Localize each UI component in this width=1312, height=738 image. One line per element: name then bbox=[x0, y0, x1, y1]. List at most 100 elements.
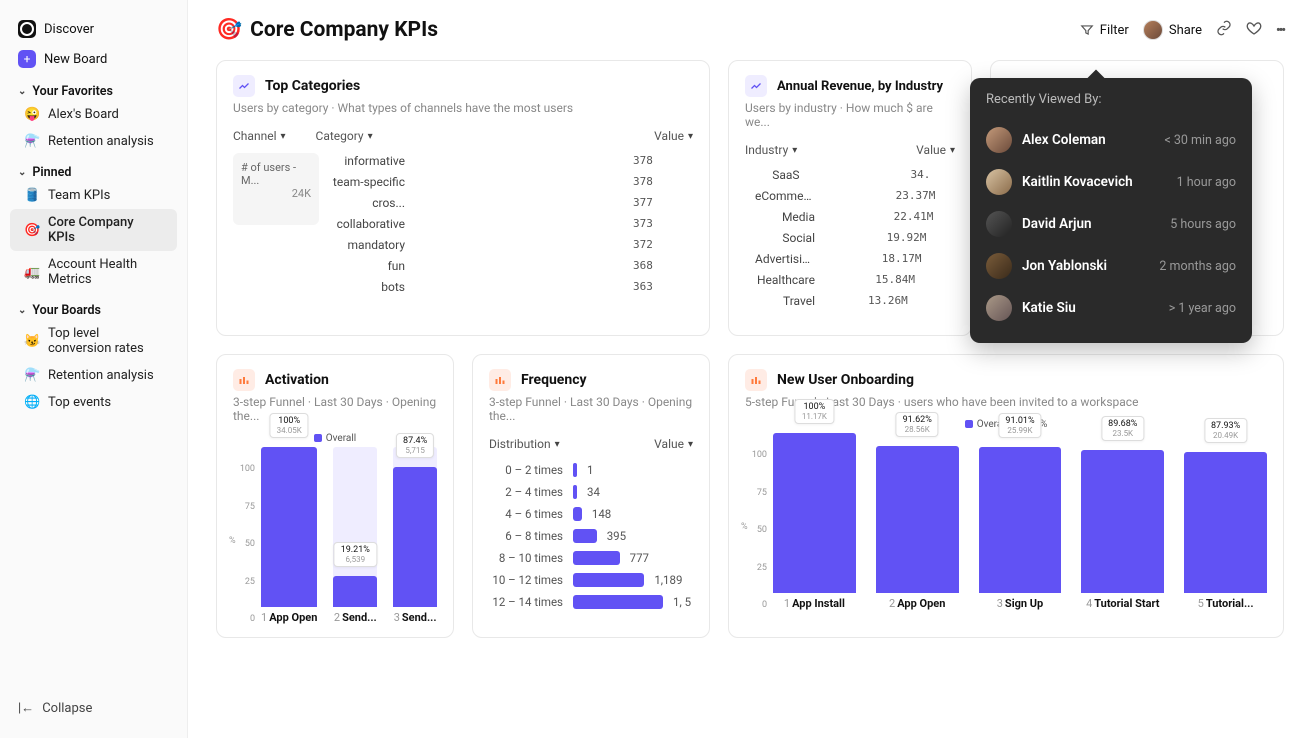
avatar-icon bbox=[986, 169, 1012, 195]
avatar-icon bbox=[1143, 20, 1163, 40]
funnel-bar: 100%34.05K1 App Open bbox=[261, 447, 317, 624]
sidebar-item[interactable]: 🌐Top events bbox=[10, 389, 177, 416]
pinned-header[interactable]: ⌄ Pinned bbox=[10, 155, 177, 182]
value-filter[interactable]: Value▾ bbox=[654, 437, 693, 451]
more-icon[interactable]: ••• bbox=[1276, 23, 1284, 38]
sidebar-item[interactable]: 😜 Alex's Board bbox=[10, 101, 177, 128]
avatar-icon bbox=[986, 211, 1012, 237]
heart-icon[interactable] bbox=[1246, 20, 1262, 40]
industry-filter[interactable]: Industry▾ bbox=[745, 143, 797, 157]
funnel-icon bbox=[489, 369, 511, 391]
new-board-button[interactable]: + New Board bbox=[10, 44, 177, 74]
emoji-icon: 😼 bbox=[24, 334, 40, 349]
chevron-down-icon: ⌄ bbox=[18, 167, 26, 178]
main-content: 🎯 Core Company KPIs Filter Share bbox=[188, 0, 1312, 738]
filter-icon bbox=[1080, 23, 1094, 37]
summary-chip[interactable]: # of users - M... 24K bbox=[233, 153, 319, 225]
nav-discover-label: Discover bbox=[44, 22, 94, 37]
favorites-header[interactable]: ⌄ Your Favorites bbox=[10, 74, 177, 101]
value-filter[interactable]: Value▾ bbox=[654, 129, 693, 143]
chart-bar-row: Media22.41M bbox=[755, 209, 955, 224]
annual-revenue-card: Annual Revenue, by Industry Users by ind… bbox=[728, 60, 972, 336]
avatar-icon bbox=[986, 295, 1012, 321]
chart-icon bbox=[233, 75, 255, 97]
popover-header: Recently Viewed By: bbox=[986, 92, 1236, 107]
emoji-icon: 😜 bbox=[24, 107, 40, 122]
chart-bar-row: bots363 bbox=[329, 279, 693, 294]
chart-bar-row: Travel13.26M bbox=[755, 293, 955, 308]
funnel-bar: 87.4%5,7153 Send... bbox=[393, 447, 437, 624]
filter-button[interactable]: Filter bbox=[1080, 23, 1129, 38]
chart-bar-row: collaborative373 bbox=[329, 216, 693, 231]
chart-bar-row: informative378 bbox=[329, 153, 693, 168]
chart-bar-row: SaaS34. bbox=[755, 167, 955, 182]
chart-bar-row: 6 – 8 times395 bbox=[489, 529, 693, 543]
recently-viewed-popover: Recently Viewed By: Alex Coleman< 30 min… bbox=[970, 78, 1252, 343]
funnel-bar: 89.68%23.5K4 Tutorial Start bbox=[1081, 450, 1164, 610]
sidebar-item[interactable]: 🎯 Core Company KPIs bbox=[10, 209, 177, 251]
chart-bar-row: 2 – 4 times34 bbox=[489, 485, 693, 499]
category-filter[interactable]: Category▾ bbox=[316, 129, 373, 143]
chart-bar-row: 8 – 10 times777 bbox=[489, 551, 693, 565]
chart-bar-row: 4 – 6 times148 bbox=[489, 507, 693, 521]
collapse-icon: |← bbox=[18, 700, 34, 716]
app-logo-icon bbox=[18, 20, 36, 38]
emoji-icon: 🎯 bbox=[24, 223, 40, 238]
sidebar-item-label: Team KPIs bbox=[48, 188, 110, 203]
chart-icon bbox=[745, 75, 767, 97]
emoji-icon: ⚗️ bbox=[24, 134, 40, 149]
viewer-row[interactable]: Jon Yablonski2 months ago bbox=[986, 245, 1236, 287]
sidebar-item-label: Top level conversion rates bbox=[48, 326, 163, 356]
onboarding-card: New User Onboarding 5-step Funnel · Last… bbox=[728, 354, 1284, 638]
chart-bar-row: eCommerce23.37M bbox=[755, 188, 955, 203]
sidebar-item[interactable]: 🚛Account Health Metrics bbox=[10, 251, 177, 293]
chevron-down-icon: ⌄ bbox=[18, 305, 26, 316]
emoji-icon: ⚗️ bbox=[24, 368, 40, 383]
link-icon[interactable] bbox=[1216, 20, 1232, 40]
chart-bar-row: Healthcare15.84M bbox=[755, 272, 955, 287]
viewer-row[interactable]: David Arjun5 hours ago bbox=[986, 203, 1236, 245]
viewer-row[interactable]: Katie Siu> 1 year ago bbox=[986, 287, 1236, 329]
avatar-icon bbox=[986, 253, 1012, 279]
emoji-icon: 🛢️ bbox=[24, 188, 40, 203]
distribution-filter[interactable]: Distribution▾ bbox=[489, 437, 560, 451]
boards-header[interactable]: ⌄ Your Boards bbox=[10, 293, 177, 320]
sidebar-item[interactable]: ⚗️ Retention analysis bbox=[10, 362, 177, 389]
emoji-icon: 🚛 bbox=[24, 265, 40, 280]
new-board-label: New Board bbox=[44, 52, 107, 67]
share-button[interactable]: Share bbox=[1143, 20, 1202, 40]
chart-bar-row: cros...377 bbox=[329, 195, 693, 210]
activation-card: Activation 3-step Funnel · Last 30 Days … bbox=[216, 354, 454, 638]
sidebar-item-label: Alex's Board bbox=[48, 107, 119, 122]
collapse-sidebar-button[interactable]: |← Collapse bbox=[10, 692, 177, 724]
sidebar-item-label: Core Company KPIs bbox=[48, 215, 163, 245]
avatar-icon bbox=[986, 127, 1012, 153]
nav-discover[interactable]: Discover bbox=[10, 14, 177, 44]
funnel-bar: 100%11.17K1 App Install bbox=[773, 433, 856, 610]
funnel-icon bbox=[745, 369, 767, 391]
funnel-bar: 91.62%28.56K2 App Open bbox=[876, 446, 959, 610]
funnel-bar: 87.93%20.49K5 Tutorial... bbox=[1184, 452, 1267, 610]
sidebar-item-label: Top events bbox=[48, 395, 111, 410]
sidebar: Discover + New Board ⌄ Your Favorites 😜 A… bbox=[0, 0, 188, 738]
frequency-card: Frequency 3-step Funnel · Last 30 Days ·… bbox=[472, 354, 710, 638]
sidebar-item[interactable]: ⚗️Retention analysis bbox=[10, 128, 177, 155]
chart-bar-row: mandatory372 bbox=[329, 237, 693, 252]
channel-filter[interactable]: Channel▾ bbox=[233, 129, 286, 143]
sidebar-item-label: Retention analysis bbox=[48, 368, 154, 383]
chart-bar-row: 0 – 2 times1 bbox=[489, 463, 693, 477]
funnel-icon bbox=[233, 369, 255, 391]
viewer-row[interactable]: Kaitlin Kovacevich1 hour ago bbox=[986, 161, 1236, 203]
sidebar-item[interactable]: 🛢️ Team KPIs bbox=[10, 182, 177, 209]
chart-bar-row: Advertising18.17M bbox=[755, 251, 955, 266]
sidebar-item[interactable]: 😼 Top level conversion rates bbox=[10, 320, 177, 362]
top-categories-card: Top Categories Users by category · What … bbox=[216, 60, 710, 336]
chart-bar-row: Social19.92M bbox=[755, 230, 955, 245]
chart-bar-row: team-specific378 bbox=[329, 174, 693, 189]
value-filter[interactable]: Value▾ bbox=[916, 143, 955, 157]
chart-bar-row: fun368 bbox=[329, 258, 693, 273]
chart-bar-row: 10 – 12 times1,189 bbox=[489, 573, 693, 587]
plus-icon: + bbox=[18, 50, 36, 68]
chevron-down-icon: ⌄ bbox=[18, 86, 26, 97]
viewer-row[interactable]: Alex Coleman< 30 min ago bbox=[986, 119, 1236, 161]
